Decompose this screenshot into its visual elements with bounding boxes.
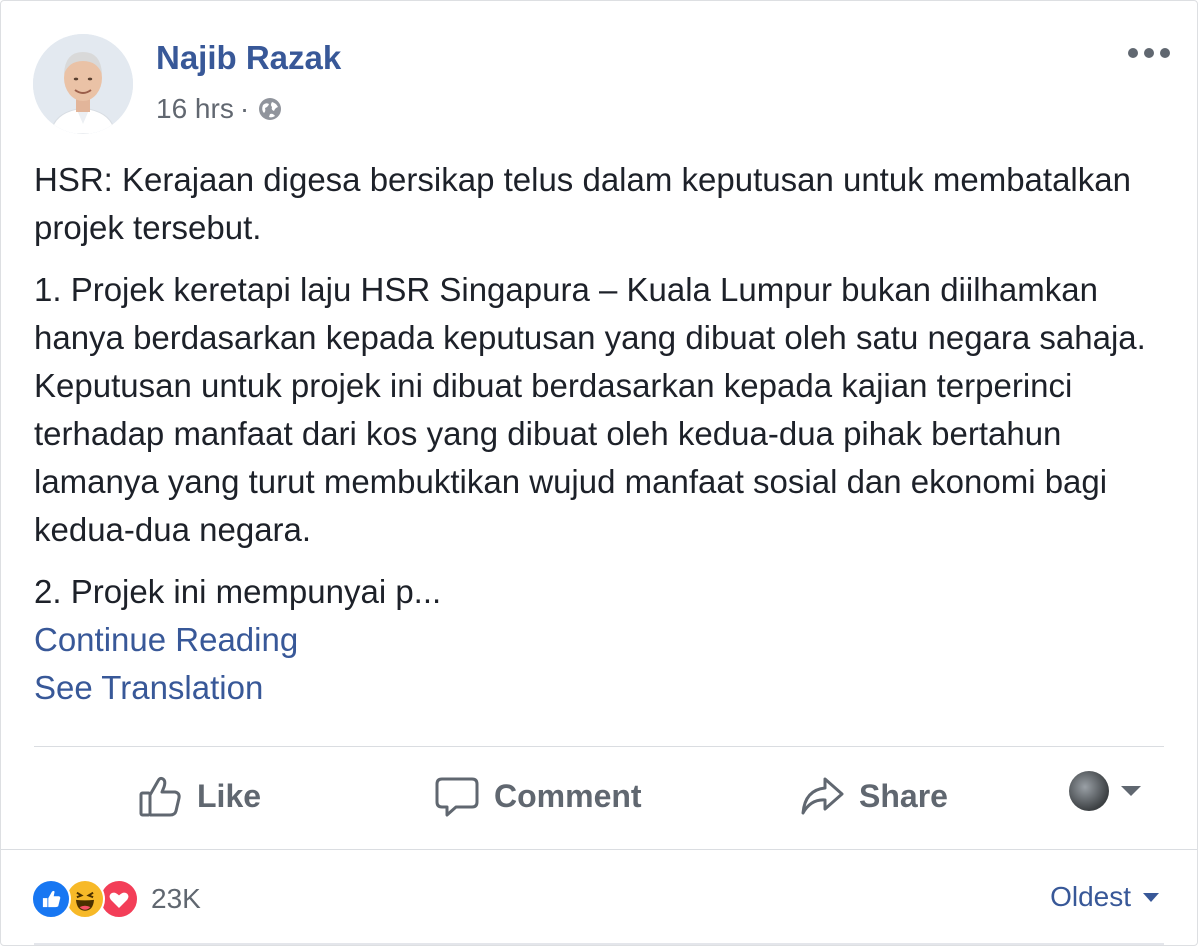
love-reaction-icon xyxy=(99,879,139,919)
chevron-down-icon xyxy=(1121,786,1141,796)
actions-divider-top xyxy=(34,746,1164,747)
author-photo xyxy=(33,34,133,134)
author-name[interactable]: Najib Razak xyxy=(156,39,341,77)
post-body: HSR: Kerajaan digesa bersikap telus dala… xyxy=(34,156,1169,712)
post-timestamp[interactable]: 16 hrs xyxy=(156,93,234,125)
more-options-icon[interactable] xyxy=(1127,39,1171,67)
share-label: Share xyxy=(859,777,948,814)
like-button[interactable]: Like xyxy=(137,761,261,831)
see-translation-link[interactable]: See Translation xyxy=(34,664,1169,712)
like-reaction-icon xyxy=(31,879,71,919)
post-meta: 16 hrs · xyxy=(156,93,283,125)
author-avatar[interactable] xyxy=(33,34,133,134)
actions-divider-bottom xyxy=(1,849,1197,850)
globe-icon[interactable] xyxy=(257,96,283,122)
post-paragraph-1: HSR: Kerajaan digesa bersikap telus dala… xyxy=(34,161,1131,246)
post-as-selector[interactable] xyxy=(1069,771,1141,811)
haha-reaction-icon xyxy=(65,879,105,919)
comment-sort-label: Oldest xyxy=(1050,881,1131,912)
comment-bubble-icon xyxy=(435,777,479,817)
post-card: Najib Razak 16 hrs · HSR: Kerajaan diges… xyxy=(0,0,1198,946)
continue-reading-link[interactable]: Continue Reading xyxy=(34,616,1169,664)
comment-sort-dropdown[interactable]: Oldest xyxy=(1050,881,1159,913)
post-paragraph-3: 2. Projek ini mempunyai p... xyxy=(34,573,442,610)
comment-button[interactable]: Comment xyxy=(434,761,642,831)
like-label: Like xyxy=(197,777,262,814)
reaction-summary[interactable]: 23K xyxy=(31,876,201,922)
post-paragraph-2: 1. Projek keretapi laju HSR Singapura – … xyxy=(34,271,1146,548)
share-arrow-icon xyxy=(801,777,844,815)
action-bar: Like Comment Share xyxy=(34,756,1164,836)
share-button[interactable]: Share xyxy=(799,761,948,831)
chevron-down-icon xyxy=(1143,892,1159,902)
comment-label: Comment xyxy=(494,777,642,814)
viewer-avatar xyxy=(1069,771,1109,811)
thumbs-up-icon xyxy=(139,776,181,817)
reaction-count[interactable]: 23K xyxy=(151,883,201,915)
card-bottom-divider xyxy=(34,943,1164,945)
meta-separator: · xyxy=(239,93,250,124)
